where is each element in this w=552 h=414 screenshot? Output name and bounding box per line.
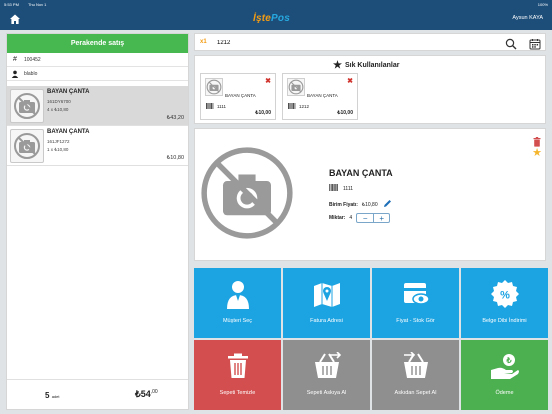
cart-item-total: ₺10,80 bbox=[166, 155, 184, 161]
top-bar: İştePos Aysun KAYA bbox=[0, 8, 552, 30]
quantity-multiplier[interactable]: x1 bbox=[200, 39, 207, 45]
no-image-icon bbox=[10, 129, 44, 163]
unit-price-value: ₺10,80 bbox=[361, 201, 378, 208]
remove-favorite-icon[interactable]: ✖ bbox=[347, 77, 353, 85]
product-search-bar: x1 bbox=[194, 33, 546, 51]
favorite-barcode-row: 1212 bbox=[288, 103, 309, 110]
cart-item-qty: 4 x ₺10,80 bbox=[47, 107, 69, 112]
basket-restore-icon bbox=[372, 350, 459, 382]
favorite-barcode: 1212 bbox=[299, 104, 310, 109]
edit-price-icon[interactable] bbox=[383, 199, 392, 210]
no-image-icon bbox=[287, 78, 305, 96]
action-label: Sepeti Askıya Al bbox=[306, 390, 347, 396]
no-image-icon bbox=[10, 89, 44, 123]
product-name: BAYAN ÇANTA bbox=[329, 168, 393, 178]
cart-item[interactable]: BAYAN ÇANTA 161JF1272 1 x ₺10,80 ₺10,80 bbox=[7, 126, 188, 166]
product-barcode-row: 1111 bbox=[329, 184, 353, 193]
favorite-barcode-row: 1111 bbox=[206, 103, 226, 110]
trash-icon bbox=[194, 350, 281, 382]
battery-level: 100% bbox=[537, 1, 548, 7]
user-name[interactable]: Aysun KAYA bbox=[512, 15, 543, 21]
increase-quantity-button[interactable]: + bbox=[373, 214, 389, 223]
decrease-quantity-button[interactable]: − bbox=[357, 214, 373, 223]
favorite-star-icon[interactable]: ★ bbox=[532, 146, 542, 159]
action-label: Belge Dibi İndirimi bbox=[482, 318, 527, 324]
favorite-price: ₺10,00 bbox=[337, 110, 353, 116]
svg-text:₺: ₺ bbox=[505, 356, 512, 365]
document-number-row[interactable]: # 100452 bbox=[7, 53, 188, 67]
cart-item-total: ₺43,20 bbox=[166, 115, 184, 121]
sale-type-header[interactable]: Perakende satış bbox=[7, 34, 188, 53]
favorite-item[interactable]: BAYAN ÇANTA ✖ 1212 ₺10,00 bbox=[282, 73, 358, 120]
cart-total: ₺54,00 bbox=[135, 389, 158, 399]
search-icon[interactable] bbox=[505, 37, 517, 55]
basket-suspend-icon bbox=[283, 350, 370, 382]
favorite-price: ₺10,00 bbox=[255, 110, 271, 116]
status-time: 5:53 PM bbox=[4, 1, 19, 7]
restore-cart-button[interactable]: Askıdan Sepet Al bbox=[372, 340, 459, 410]
payment-button[interactable]: ₺ Ödeme bbox=[461, 340, 548, 410]
barcode-scan-icon[interactable] bbox=[529, 37, 541, 55]
favorite-barcode: 1111 bbox=[217, 104, 227, 109]
unit-price-row: Birim Fiyatı: ₺10,80 bbox=[329, 199, 392, 210]
cart-item-code: 161JF1272 bbox=[47, 139, 70, 144]
action-label: Fiyat - Stok Gör bbox=[396, 318, 435, 324]
discount-icon: % bbox=[461, 278, 548, 310]
status-bar: 5:53 PM Thu Nov 1 100% bbox=[0, 0, 552, 8]
no-image-icon bbox=[205, 78, 223, 96]
favorite-item[interactable]: BAYAN ÇANTA ✖ 1111 ₺10,00 bbox=[200, 73, 276, 120]
no-image-icon bbox=[198, 133, 296, 253]
search-input[interactable] bbox=[217, 37, 487, 49]
barcode-icon bbox=[329, 184, 339, 193]
clear-cart-button[interactable]: Sepeti Temizle bbox=[194, 340, 281, 410]
user-icon bbox=[194, 278, 281, 310]
quantity-stepper: − + bbox=[356, 213, 391, 223]
item-count: 5 adet bbox=[45, 391, 60, 400]
unit-price-label: Birim Fiyatı: bbox=[329, 201, 358, 208]
product-detail-panel: BAYAN ÇANTA 1111 Birim Fiyatı: ₺10,80 Mi… bbox=[194, 128, 546, 261]
favorite-item-name: BAYAN ÇANTA bbox=[307, 93, 338, 98]
favorites-title: ★ Sık Kullanılanlar bbox=[333, 60, 400, 71]
cart-item-name: BAYAN ÇANTA bbox=[47, 129, 90, 135]
quantity-row: Miktar: 4 − + bbox=[329, 213, 391, 223]
customer-name: blablo bbox=[24, 70, 38, 77]
person-icon bbox=[11, 70, 19, 78]
cart-item-code: 161DY6700 bbox=[47, 99, 71, 104]
favorite-item-name: BAYAN ÇANTA bbox=[225, 93, 256, 98]
cart-item-name: BAYAN ÇANTA bbox=[47, 89, 90, 95]
cart-item[interactable]: BAYAN ÇANTA 161DY6700 4 x ₺10,80 ₺43,20 bbox=[7, 86, 188, 126]
suspend-cart-button[interactable]: Sepeti Askıya Al bbox=[283, 340, 370, 410]
map-icon bbox=[283, 278, 370, 310]
action-label: Sepeti Temizle bbox=[219, 390, 256, 396]
product-barcode: 1111 bbox=[343, 185, 354, 192]
star-icon: ★ bbox=[333, 60, 342, 71]
app-logo: İştePos bbox=[253, 13, 290, 24]
action-label: Askıdan Sepet Al bbox=[394, 390, 437, 396]
home-icon[interactable] bbox=[9, 12, 21, 24]
price-stock-view-button[interactable]: Fiyat - Stok Gör bbox=[372, 268, 459, 338]
svg-text:%: % bbox=[500, 290, 510, 302]
cart-footer: 5 adet ₺54,00 bbox=[7, 379, 188, 409]
hash-icon: # bbox=[13, 56, 17, 63]
barcode-icon bbox=[206, 103, 214, 110]
payment-icon: ₺ bbox=[461, 350, 548, 382]
favorites-panel: ★ Sık Kullanılanlar BAYAN ÇANTA ✖ 1111 ₺… bbox=[194, 55, 546, 124]
action-label: Fatura Adresi bbox=[310, 318, 343, 324]
status-date: Thu Nov 1 bbox=[27, 1, 47, 7]
cart-item-qty: 1 x ₺10,80 bbox=[47, 147, 69, 152]
action-label: Müşteri Seç bbox=[222, 318, 253, 324]
select-customer-button[interactable]: Müşteri Seç bbox=[194, 268, 281, 338]
quantity-value: 4 bbox=[349, 215, 353, 221]
remove-favorite-icon[interactable]: ✖ bbox=[265, 77, 271, 85]
cart-panel: Perakende satış # 100452 blablo BAYAN ÇA… bbox=[6, 33, 189, 410]
document-number: 100452 bbox=[24, 56, 41, 63]
action-label: Ödeme bbox=[495, 390, 514, 396]
quantity-label: Miktar: bbox=[329, 215, 346, 221]
barcode-icon bbox=[288, 103, 296, 110]
invoice-address-button[interactable]: Fatura Adresi bbox=[283, 268, 370, 338]
customer-row[interactable]: blablo bbox=[7, 67, 188, 81]
document-discount-button[interactable]: % Belge Dibi İndirimi bbox=[461, 268, 548, 338]
price-view-icon bbox=[372, 278, 459, 310]
